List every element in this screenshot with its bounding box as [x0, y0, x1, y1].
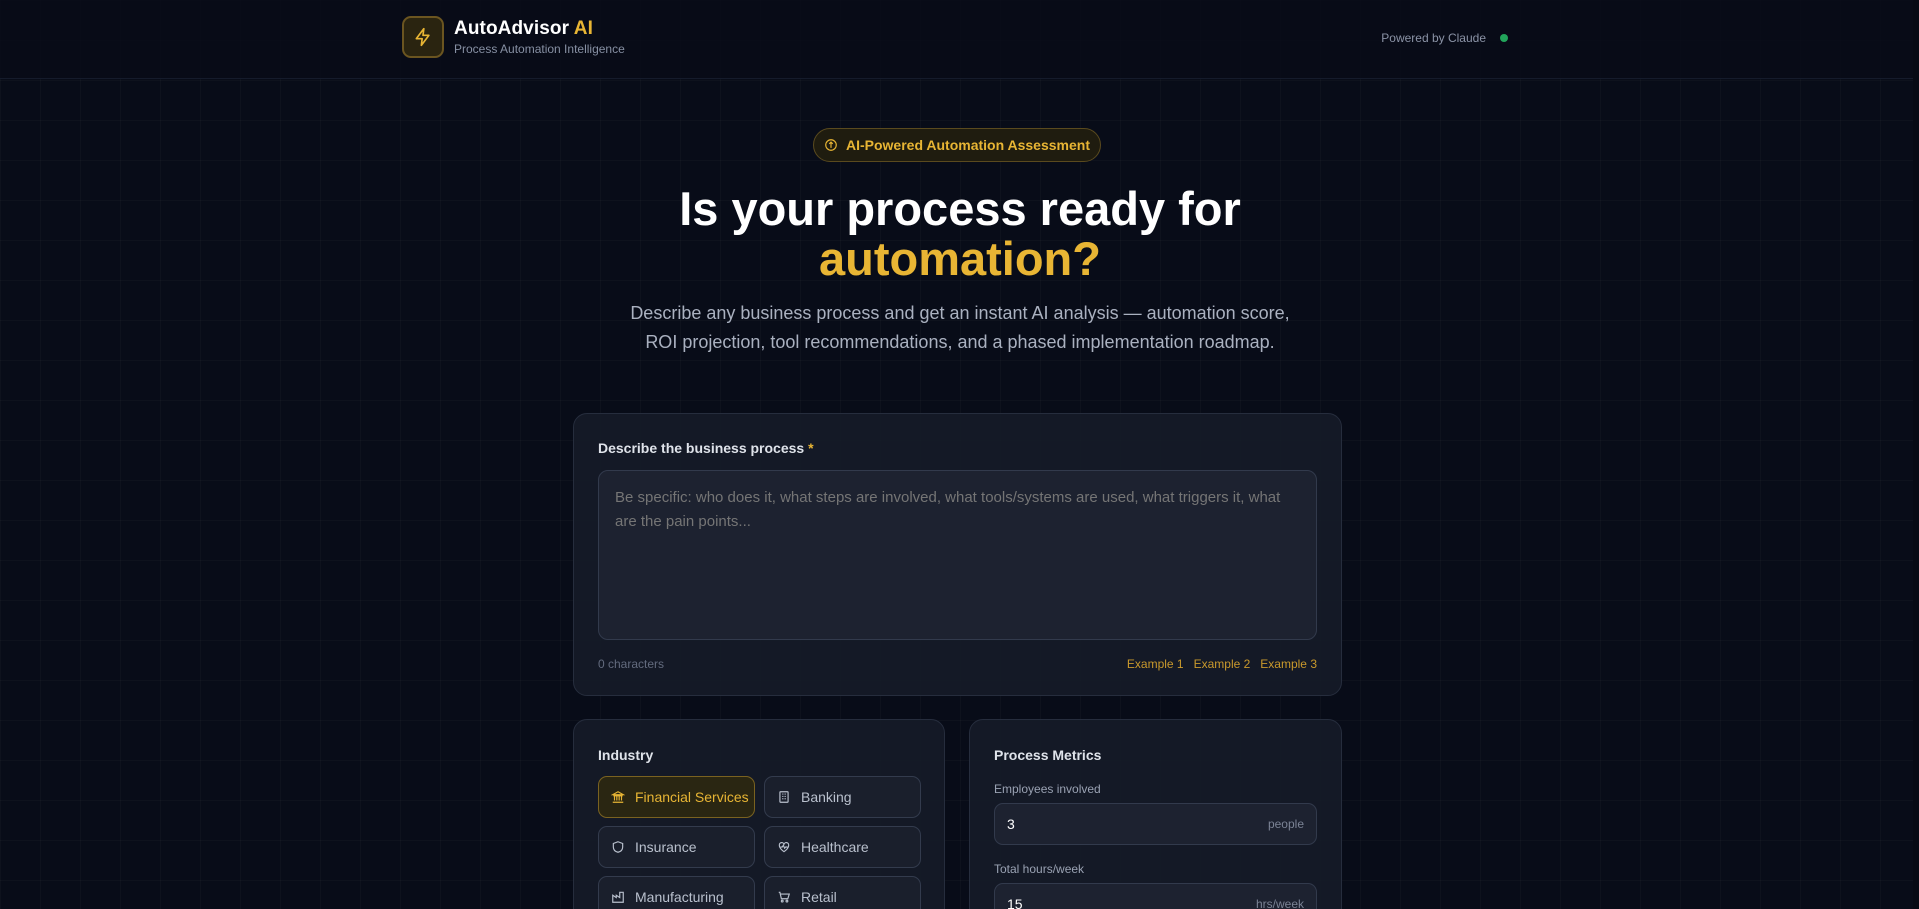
employees-unit: people — [1267, 817, 1304, 831]
industry-option-financial-services[interactable]: Financial Services — [598, 776, 755, 818]
heart-pulse-icon — [778, 842, 790, 853]
process-description-card: Describe the business process * 0 charac… — [573, 413, 1342, 696]
hours-input[interactable]: 15 hrs/week — [994, 883, 1317, 909]
process-label: Describe the business process * — [598, 440, 814, 456]
industry-option-manufacturing[interactable]: Manufacturing — [598, 876, 755, 909]
character-count: 0 characters — [598, 657, 665, 671]
process-description-input[interactable] — [598, 470, 1317, 640]
process-metrics-card: Process Metrics Employees involved 3 peo… — [969, 719, 1342, 909]
page-title: Is your process ready for automation? — [560, 184, 1360, 284]
badge-text: AI-Powered Automation Assessment — [845, 137, 1090, 153]
hours-label: Total hours/week — [994, 862, 1085, 876]
employees-value: 3 — [1007, 816, 1015, 832]
status-dot-icon — [1500, 34, 1508, 42]
industry-label: Industry — [598, 747, 654, 763]
industry-option-insurance[interactable]: Insurance — [598, 826, 755, 868]
employees-label: Employees involved — [994, 782, 1101, 796]
example-links: Example 1 Example 2 Example 3 — [1127, 657, 1317, 671]
example-3-link[interactable]: Example 3 — [1260, 657, 1317, 671]
hours-unit: hrs/week — [1255, 897, 1304, 909]
hours-value: 15 — [1007, 896, 1023, 909]
assessment-badge: AI-Powered Automation Assessment — [813, 128, 1101, 162]
brand[interactable]: AutoAdvisor AI Process Automation Intell… — [402, 16, 625, 58]
example-1-link[interactable]: Example 1 — [1127, 657, 1184, 671]
vertical-scrollbar[interactable] — [1913, 0, 1919, 909]
top-header: AutoAdvisor AI Process Automation Intell… — [0, 0, 1913, 79]
industry-option-healthcare[interactable]: Healthcare — [764, 826, 921, 868]
building-icon — [779, 791, 789, 803]
example-2-link[interactable]: Example 2 — [1194, 657, 1251, 671]
bolt-icon — [402, 16, 444, 58]
metrics-label: Process Metrics — [994, 747, 1102, 763]
shield-icon — [612, 841, 624, 853]
factory-icon — [612, 891, 624, 903]
powered-by: Powered by Claude — [1381, 31, 1508, 45]
industry-card: Industry Financial Services Banking Insu… — [573, 719, 945, 909]
powered-by-text: Powered by Claude — [1381, 31, 1486, 45]
brand-name: AutoAdvisor AI — [454, 18, 593, 39]
title-accent: automation? — [819, 232, 1101, 285]
cart-icon — [778, 891, 791, 903]
bank-icon — [611, 791, 625, 803]
brand-tagline: Process Automation Intelligence — [454, 42, 625, 56]
sparkle-icon — [825, 139, 837, 151]
industry-options: Financial Services Banking Insurance Hea… — [598, 776, 921, 909]
employees-input[interactable]: 3 people — [994, 803, 1317, 845]
industry-option-retail[interactable]: Retail — [764, 876, 921, 909]
page-subtitle: Describe any business process and get an… — [630, 303, 1290, 352]
industry-option-banking[interactable]: Banking — [764, 776, 921, 818]
